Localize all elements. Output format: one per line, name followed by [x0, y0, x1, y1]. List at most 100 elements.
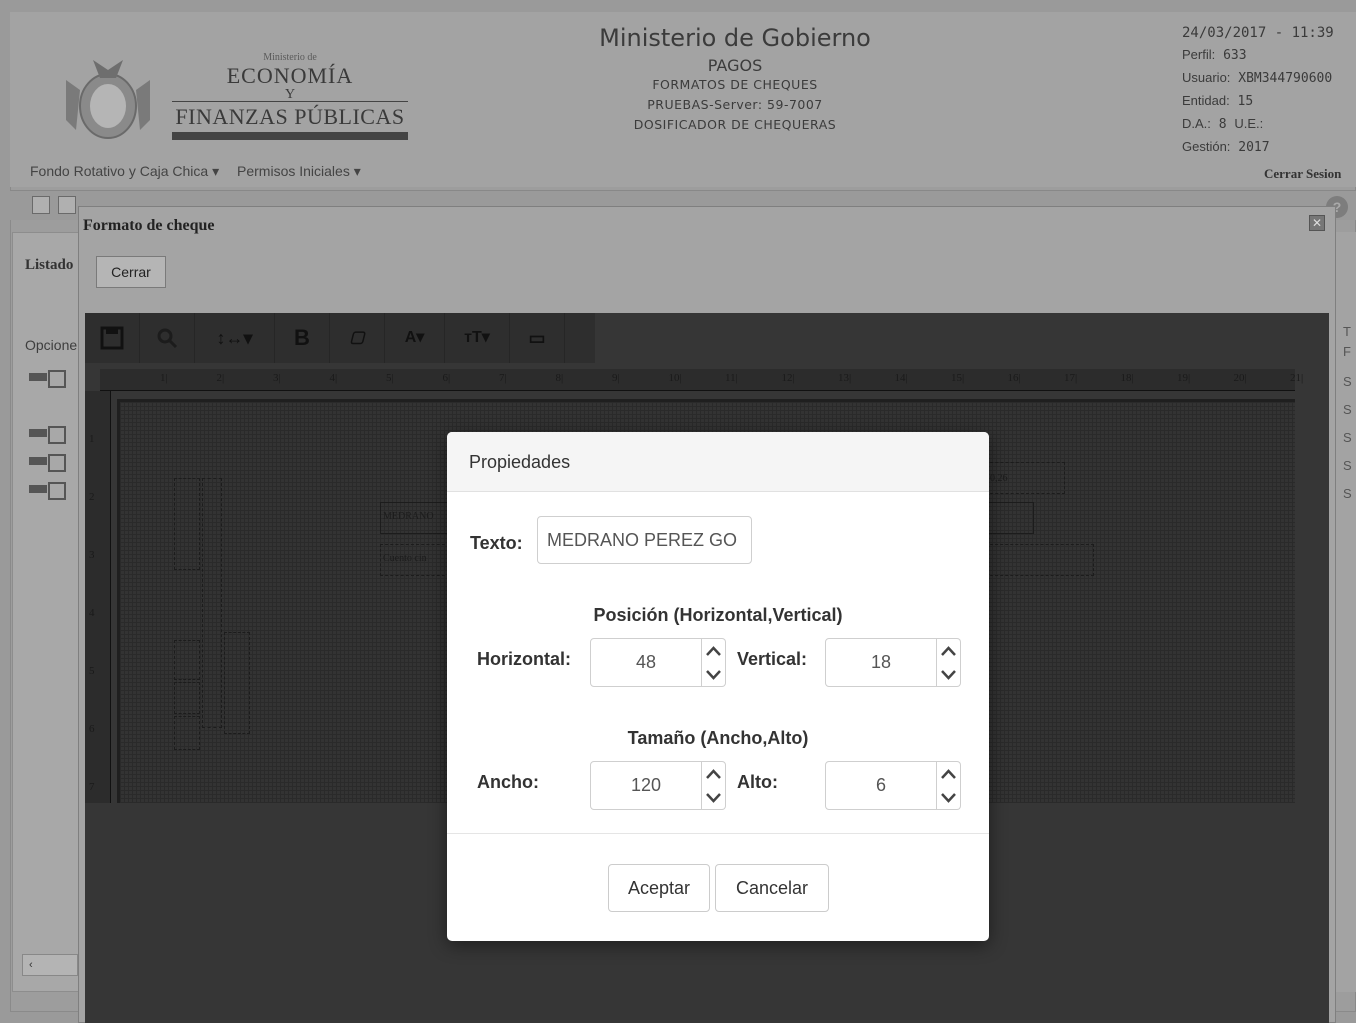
ruler-tick-label: 7 — [89, 781, 95, 793]
ruler-tick-label: 19| — [1177, 372, 1191, 384]
ruler-tick-label: 4 — [89, 607, 95, 619]
edge-cell: F — [1343, 344, 1351, 359]
coat-of-arms-icon — [66, 60, 150, 139]
ancho-input[interactable] — [590, 761, 702, 810]
texto-label: Texto: — [470, 533, 523, 553]
font-size-icon[interactable]: тT▾ — [445, 313, 510, 363]
ministry-logo: Ministerio de ECONOMÍA Y FINANZAS PÚBLIC… — [172, 52, 408, 140]
vertical-ruler: 1 2 3 4 5 6 7 — [85, 391, 111, 803]
chevron-down-icon[interactable] — [702, 786, 725, 810]
stepper-arrows — [702, 761, 726, 810]
ruler-tick-label: 11| — [725, 372, 738, 384]
horizontal-label: Horizontal: — [477, 649, 571, 669]
close-icon[interactable]: ✕ — [1309, 215, 1325, 231]
chevron-up-icon[interactable] — [702, 639, 725, 663]
ruler-tick-label: 7| — [499, 372, 507, 384]
bold-icon[interactable]: B — [275, 313, 330, 363]
modal-divider — [447, 833, 989, 834]
edge-cell: S — [1343, 430, 1352, 445]
stepper-arrows — [937, 761, 961, 810]
logo-strip — [172, 132, 408, 140]
entidad-value: 15 — [1237, 94, 1254, 109]
canvas-field[interactable] — [174, 716, 200, 750]
ruler-tick-label: 5 — [89, 665, 95, 677]
field-amount[interactable]: 0,26 — [985, 462, 1065, 494]
alto-stepper[interactable] — [825, 761, 961, 810]
horizontal-stepper[interactable] — [590, 638, 726, 687]
field-cuenta[interactable]: Cuento cin — [380, 544, 450, 576]
logout-link[interactable]: Cerrar Sesion — [1264, 166, 1341, 182]
ruler-tick-label: 1 — [89, 433, 95, 445]
chevron-down-icon[interactable] — [702, 663, 725, 687]
texto-input[interactable] — [537, 516, 752, 564]
chevron-up-icon[interactable] — [937, 639, 960, 663]
opciones-header: Opcione — [25, 337, 78, 353]
ruler-tick-label: 17| — [1064, 372, 1078, 384]
stepper-arrows — [702, 638, 726, 687]
zoom-icon[interactable] — [140, 313, 195, 363]
canvas-field[interactable] — [980, 544, 1094, 576]
border-icon[interactable]: ▭ — [510, 313, 565, 363]
row-actions-icon[interactable] — [27, 369, 77, 391]
report-icon[interactable] — [32, 196, 50, 214]
row-actions-icon[interactable] — [27, 425, 77, 447]
chevron-down-icon[interactable] — [937, 786, 960, 810]
header-line2: PRUEBAS-Server: 59-7007 — [647, 97, 823, 112]
gestion-label: Gestión: — [1182, 139, 1231, 154]
ruler-tick-label: 1| — [160, 372, 168, 384]
canvas-field[interactable] — [174, 640, 200, 680]
ruler-tick-label: 3 — [89, 549, 95, 561]
edge-cell: S — [1343, 374, 1352, 389]
modal-header: Propiedades — [447, 432, 989, 492]
edge-cell: T — [1343, 324, 1351, 339]
vertical-input[interactable] — [825, 638, 937, 687]
menu-fondo-rotativo[interactable]: Fondo Rotativo y Caja Chica ▾ — [30, 163, 219, 179]
perfil-label: Perfil: — [1182, 47, 1216, 62]
ancho-stepper[interactable] — [590, 761, 726, 810]
cancelar-button[interactable]: Cancelar — [715, 864, 829, 912]
ruler-tick-label: 9| — [612, 372, 620, 384]
chevron-down-icon[interactable] — [937, 663, 960, 687]
save-icon[interactable] — [85, 313, 140, 363]
alto-label: Alto: — [737, 772, 778, 792]
ruler-tick-label: 4| — [329, 372, 338, 384]
scroll-left-button[interactable]: ‹ — [22, 954, 78, 976]
aceptar-button[interactable]: Aceptar — [608, 864, 710, 912]
editor-toolbar: ↕↔▾ B ▢ A▾ тT▾ ▭ — [85, 313, 595, 363]
canvas-field[interactable] — [202, 478, 222, 728]
header-center: Ministerio de Gobierno PAGOS FORMATOS DE… — [560, 24, 910, 135]
ruler-tick-label: 8| — [555, 372, 564, 384]
row-actions-icon[interactable] — [27, 481, 77, 503]
vertical-label: Vertical: — [737, 649, 808, 669]
user-info: 24/03/2017 - 11:39 Perfil: 633 Usuario: … — [1182, 22, 1356, 159]
font-color-icon[interactable]: A▾ — [385, 313, 445, 363]
logo-line1: ECONOMÍA — [226, 63, 354, 88]
edge-cell: S — [1343, 486, 1352, 501]
entidad-label: Entidad: — [1182, 93, 1230, 108]
ue-label: U.E.: — [1234, 116, 1264, 131]
app-subtitle: PAGOS — [707, 56, 763, 75]
canvas-field[interactable] — [174, 682, 200, 714]
ruler-tick-label: 14| — [894, 372, 908, 384]
gestion-value: 2017 — [1238, 140, 1270, 155]
tamano-title: Tamaño (Ancho,Alto) — [627, 728, 809, 748]
horizontal-input[interactable] — [590, 638, 702, 687]
tree-icon[interactable] — [58, 196, 76, 214]
canvas-field[interactable] — [174, 478, 200, 570]
vertical-stepper[interactable] — [825, 638, 961, 687]
canvas-field[interactable] — [224, 632, 250, 734]
cerrar-button[interactable]: Cerrar — [96, 256, 166, 288]
field-medrano[interactable]: MEDRANO — [380, 502, 450, 534]
chevron-up-icon[interactable] — [702, 762, 725, 786]
resize-icon[interactable]: ↕↔▾ — [195, 313, 275, 363]
posicion-title: Posición (Horizontal,Vertical) — [593, 605, 843, 625]
datetime: 24/03/2017 - 11:39 — [1182, 25, 1334, 41]
chevron-up-icon[interactable] — [937, 762, 960, 786]
alto-input[interactable] — [825, 761, 937, 810]
italic-icon[interactable]: ▢ — [330, 313, 385, 363]
logo-small-text: Ministerio de — [263, 52, 317, 63]
row-actions-icon[interactable] — [27, 453, 77, 475]
menu-permisos-iniciales[interactable]: Permisos Iniciales ▾ — [237, 163, 361, 179]
logo-line2: Y — [284, 87, 296, 102]
usuario-label: Usuario: — [1182, 70, 1231, 85]
